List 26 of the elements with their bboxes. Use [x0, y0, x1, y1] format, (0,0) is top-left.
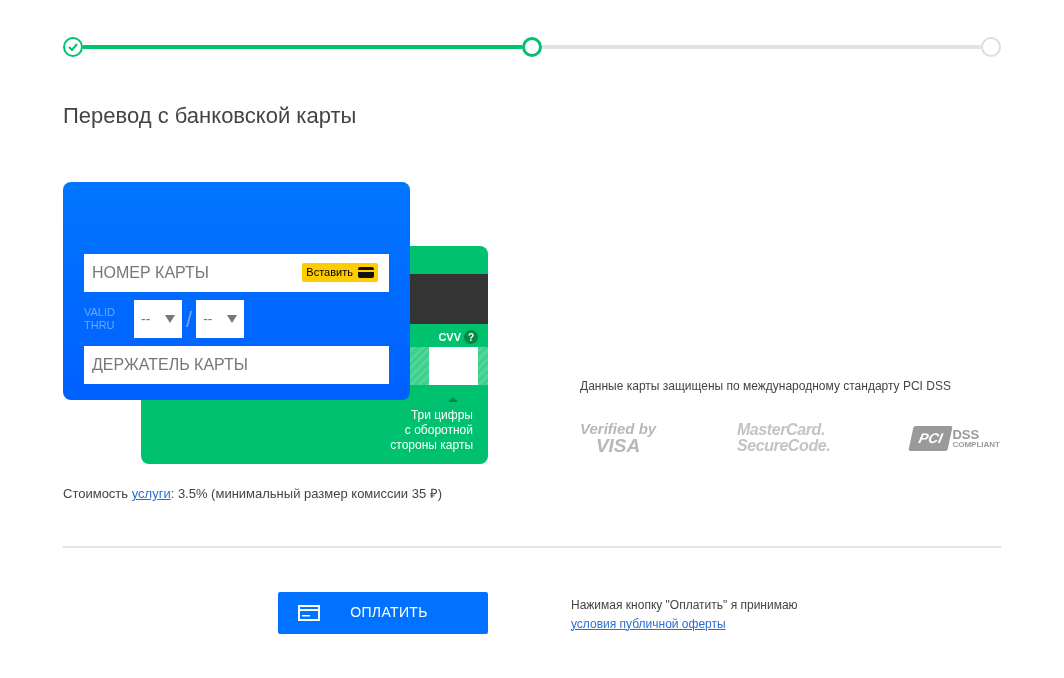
- card-holder-field[interactable]: ДЕРЖАТЕЛЬ КАРТЫ: [84, 346, 389, 384]
- caret-icon: [165, 315, 175, 323]
- terms-text: Нажимая кнопку "Оплатить" я принимаю условия публичной оферты: [571, 596, 799, 633]
- page-title: Перевод с банковской карты: [63, 102, 358, 130]
- paste-button[interactable]: Вставить: [302, 263, 378, 282]
- cvv-hint-text: Три цифры: [410, 408, 473, 423]
- card-icon: [298, 604, 320, 621]
- services-link[interactable]: услуги: [131, 486, 171, 501]
- help-icon[interactable]: ?: [464, 330, 478, 345]
- card-icon: [358, 267, 374, 278]
- cvv-hint-text: с оборотной: [404, 423, 473, 438]
- security-note: Данные карты защищены по международному стандарту PCI DSS: [580, 378, 952, 395]
- mastercard-securecode-logo: MasterCard. SecureCode.: [736, 422, 831, 454]
- fee-text: Стоимость услуги: 3.5% (минимальный размер комиссии 35 ₽): [63, 485, 444, 503]
- cvv-hint-text: стороны карты: [390, 438, 473, 453]
- month-select[interactable]: --: [134, 300, 182, 338]
- verified-by-visa-logo: Verified by VISA: [580, 421, 657, 455]
- cvv-label: CVV: [438, 330, 461, 345]
- year-select[interactable]: --: [196, 300, 245, 338]
- caret-icon: [227, 315, 238, 323]
- offer-terms-link[interactable]: условия публичной оферты: [571, 616, 726, 631]
- pay-button[interactable]: ОПЛАТИТЬ: [278, 591, 488, 634]
- cvv-field[interactable]: [429, 347, 478, 385]
- valid-thru-label: VALID THRU: [84, 306, 116, 332]
- pointer-icon: [448, 397, 458, 402]
- date-separator: /: [186, 305, 193, 334]
